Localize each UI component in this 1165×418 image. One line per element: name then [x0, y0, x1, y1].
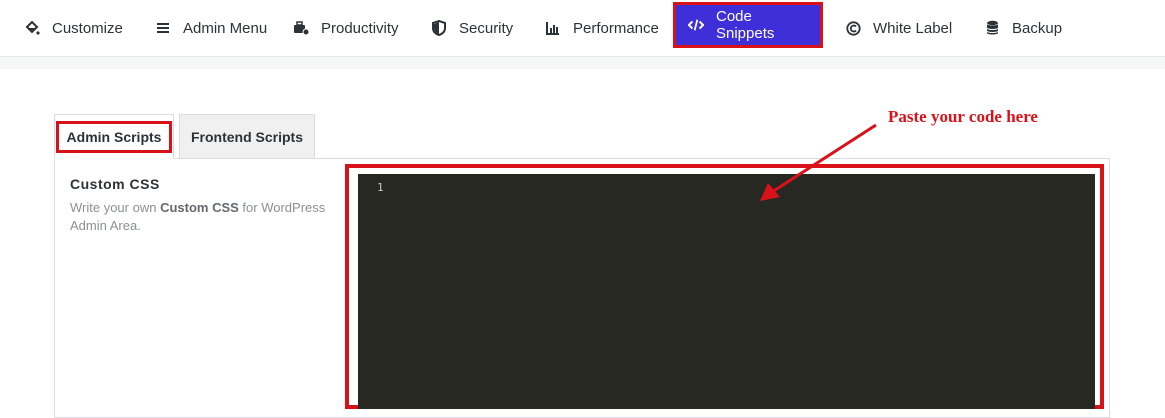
line-number: 1 — [377, 181, 384, 194]
tab-label: Frontend Scripts — [190, 128, 303, 145]
code-editor[interactable] — [358, 174, 1095, 409]
field-title: Custom CSS — [70, 176, 160, 192]
nav-label: Backup — [1012, 19, 1063, 37]
chart-icon — [545, 20, 561, 36]
nav-item-white-label[interactable]: White Label — [845, 0, 952, 56]
tab-label: Admin Scripts — [55, 120, 173, 153]
nav-item-productivity[interactable]: Productivity — [293, 0, 399, 56]
menu-lines-icon — [155, 20, 171, 36]
tab-admin-scripts[interactable]: Admin Scripts — [54, 114, 174, 159]
annotation-text: Paste your code here — [888, 107, 1038, 126]
desc-prefix: Write your own — [70, 200, 161, 215]
field-description: Write your own Custom CSS for WordPress … — [70, 199, 340, 235]
copyright-icon — [845, 20, 861, 36]
nav-label: Security — [459, 19, 514, 37]
top-navigation: Customize Admin Menu Productivity Securi… — [0, 0, 1165, 57]
nav-label: Code Snippets — [716, 8, 775, 42]
toolbox-icon — [293, 20, 309, 36]
nav-item-performance[interactable]: Performance — [545, 0, 659, 56]
header-divider-band — [0, 57, 1165, 69]
nav-label: White Label — [873, 19, 953, 37]
nav-label: Productivity — [321, 19, 399, 37]
nav-label: Admin Menu — [183, 19, 268, 37]
tab-frontend-scripts[interactable]: Frontend Scripts — [179, 114, 315, 159]
nav-label: Performance — [573, 19, 659, 37]
paint-bucket-icon — [24, 20, 40, 36]
nav-label: Customize — [52, 19, 123, 37]
shield-icon — [431, 20, 447, 36]
desc-bold: Custom CSS — [160, 200, 239, 215]
code-icon — [688, 17, 704, 33]
nav-item-code-snippets[interactable]: Code Snippets — [673, 2, 823, 48]
database-icon — [984, 20, 1000, 36]
nav-item-admin-menu[interactable]: Admin Menu — [155, 0, 267, 56]
nav-item-security[interactable]: Security — [431, 0, 513, 56]
nav-item-backup[interactable]: Backup — [984, 0, 1062, 56]
nav-item-customize[interactable]: Customize — [24, 0, 123, 56]
